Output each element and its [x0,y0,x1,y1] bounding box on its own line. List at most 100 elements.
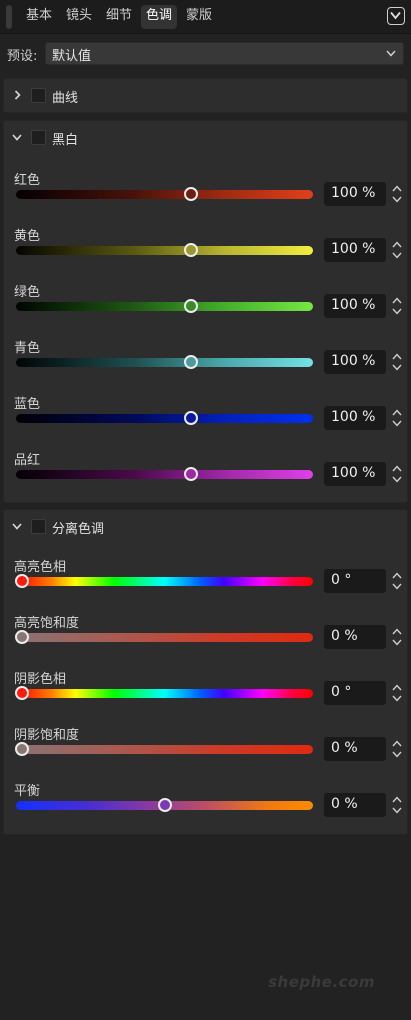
stepper-arrows-icon [392,796,402,814]
bw-slider-track[interactable] [16,299,313,313]
stepper-arrows-icon [392,684,402,702]
split-value-stepper[interactable] [390,681,404,705]
split-value-stepper[interactable] [390,793,404,817]
tab-mask[interactable]: 蒙版 [181,5,217,29]
tab-menu-button[interactable] [387,7,405,25]
split-value-stepper[interactable] [390,737,404,761]
split-value-field[interactable]: 0 % [324,737,386,761]
stepper-arrows-icon [392,628,402,646]
bw-slider-handle[interactable] [184,411,199,425]
stepper-arrows-icon [392,297,402,315]
chevron-down-icon [12,523,22,530]
bw-value-stepper[interactable] [390,350,404,374]
tab-detail[interactable]: 细节 [101,5,137,29]
split-value-field[interactable]: 0 % [324,793,386,817]
bw-title: 黑白 [52,133,79,148]
bw-value-stepper[interactable] [390,182,404,206]
stepper-arrows-icon [392,241,402,259]
bw-slider-track[interactable] [16,411,313,425]
split-slider-label: 高亮色相 [14,560,67,575]
bw-slider-handle[interactable] [184,355,199,369]
stepper-arrows-icon [392,465,402,483]
bw-slider-label: 品红 [14,453,41,468]
split-slider-label: 平衡 [14,784,41,799]
split-toning-enable-checkbox[interactable] [31,519,46,534]
split-slider-label: 阴影色相 [14,672,67,687]
split-value-stepper[interactable] [390,569,404,593]
split-value-text: 0 % [331,628,358,644]
split-value-text: 0 ° [331,684,352,700]
bw-value-field[interactable]: 100 % [324,238,386,262]
curves-header[interactable]: 曲线 [4,79,409,109]
split-slider-track[interactable] [16,798,313,812]
bw-slider-track[interactable] [16,355,313,369]
bw-slider-label: 红色 [14,173,41,188]
bw-enable-checkbox[interactable] [31,130,46,145]
chevron-right-icon [14,90,21,100]
stepper-arrows-icon [392,353,402,371]
bw-slider-handle[interactable] [184,299,199,313]
split-toning-header[interactable]: 分离色调 [4,510,409,540]
bw-value-field[interactable]: 100 % [324,294,386,318]
chevron-down-icon [12,134,22,141]
watermark: shephe.com [268,973,375,991]
split-slider-handle[interactable] [14,630,29,644]
bw-value-text: 100 % [331,409,376,425]
bw-value-stepper[interactable] [390,462,404,486]
bw-value-stepper[interactable] [390,238,404,262]
split-toning-panel: 分离色调 高亮色相 0 ° 高亮饱和度 0 % 阴影色相 0 ° 阴影饱和度 0 % 平… [3,509,408,835]
stepper-arrows-icon [392,572,402,590]
bw-slider-track[interactable] [16,467,313,481]
split-value-field[interactable]: 0 ° [324,569,386,593]
split-toning-title: 分离色调 [52,522,105,537]
bw-value-field[interactable]: 100 % [324,182,386,206]
split-value-text: 0 % [331,740,358,756]
tab-tone[interactable]: 色调 [141,5,178,29]
curves-enable-checkbox[interactable] [31,88,46,103]
bw-value-field[interactable]: 100 % [324,350,386,374]
curves-title: 曲线 [52,91,79,106]
bw-slider-track[interactable] [16,187,313,201]
bw-value-field[interactable]: 100 % [324,462,386,486]
bw-slider-label: 绿色 [14,285,41,300]
curves-panel: 曲线 [3,78,408,113]
bw-slider-label: 黄色 [14,229,41,244]
split-slider-handle[interactable] [157,798,172,812]
split-value-field[interactable]: 0 % [324,625,386,649]
preset-row: 预设: 默认值 [0,40,411,68]
bw-value-field[interactable]: 100 % [324,406,386,430]
chevron-down-icon [390,11,401,20]
drag-handle[interactable] [6,5,12,29]
preset-dropdown[interactable]: 默认值 [45,42,404,65]
split-value-stepper[interactable] [390,625,404,649]
bw-slider-track[interactable] [16,243,313,257]
bw-value-text: 100 % [331,353,376,369]
bw-slider-handle[interactable] [184,187,199,201]
split-slider-track[interactable] [14,742,313,756]
split-slider-label: 高亮饱和度 [14,616,80,631]
tab-basic[interactable]: 基本 [21,5,57,29]
bw-header[interactable]: 黑白 [4,121,409,151]
bw-value-text: 100 % [331,185,376,201]
bw-slider-handle[interactable] [184,243,199,257]
split-slider-handle[interactable] [14,742,29,756]
split-slider-track[interactable] [14,686,313,700]
split-slider-handle[interactable] [14,686,29,700]
bw-slider-handle[interactable] [184,467,199,481]
chevron-down-icon [386,50,396,57]
bw-panel: 黑白 红色 100 % 黄色 100 % 绿色 100 % 青色 100 % 蓝色 100… [3,120,408,503]
bw-slider-label: 青色 [14,341,41,356]
split-value-field[interactable]: 0 ° [324,681,386,705]
stepper-arrows-icon [392,185,402,203]
bw-value-stepper[interactable] [390,406,404,430]
preset-value: 默认值 [52,49,92,64]
tab-lens[interactable]: 镜头 [61,5,97,29]
split-slider-track[interactable] [14,630,313,644]
split-slider-label: 阴影饱和度 [14,728,80,743]
bw-value-stepper[interactable] [390,294,404,318]
split-value-text: 0 % [331,796,358,812]
preset-label: 预设: [7,49,38,64]
split-slider-handle[interactable] [14,574,29,588]
split-slider-track[interactable] [14,574,313,588]
split-value-text: 0 ° [331,572,352,588]
